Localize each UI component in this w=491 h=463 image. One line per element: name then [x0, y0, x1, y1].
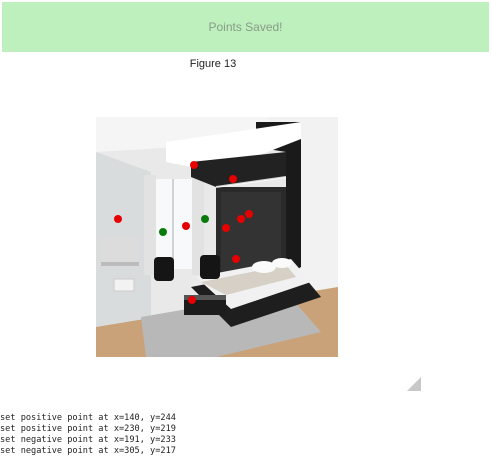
negative-point-marker[interactable]	[190, 161, 198, 169]
negative-point-marker[interactable]	[229, 175, 237, 183]
log-line: set positive point at x=230, y=219	[0, 424, 176, 434]
log-line: set positive point at x=140, y=244	[0, 413, 176, 423]
log-line: set negative point at x=305, y=217	[0, 446, 176, 456]
chair-right	[200, 255, 220, 279]
wall-shelf	[101, 237, 139, 262]
output-log: set positive point at x=140, y=244 set p…	[0, 413, 176, 457]
log-line: set negative point at x=191, y=233	[0, 435, 176, 445]
status-banner: Points Saved!	[2, 2, 489, 52]
headboard-panel	[221, 192, 281, 272]
negative-point-marker[interactable]	[237, 215, 245, 223]
status-banner-text: Points Saved!	[208, 20, 283, 34]
negative-point-marker[interactable]	[114, 215, 122, 223]
negative-point-marker[interactable]	[245, 210, 253, 218]
resize-grip-icon[interactable]	[407, 377, 421, 391]
negative-point-marker[interactable]	[188, 296, 196, 304]
figure-title: Figure 13	[189, 58, 237, 70]
shelf-edge	[101, 262, 139, 266]
chair-left	[154, 257, 174, 281]
positive-point-marker[interactable]	[201, 215, 209, 223]
stool	[113, 278, 135, 292]
bedroom-image[interactable]	[96, 117, 338, 357]
negative-point-marker[interactable]	[232, 255, 240, 263]
pillow-2	[272, 258, 292, 268]
negative-point-marker[interactable]	[222, 224, 230, 232]
negative-point-marker[interactable]	[182, 222, 190, 230]
positive-point-marker[interactable]	[159, 228, 167, 236]
bedroom-image-canvas[interactable]	[96, 117, 338, 357]
